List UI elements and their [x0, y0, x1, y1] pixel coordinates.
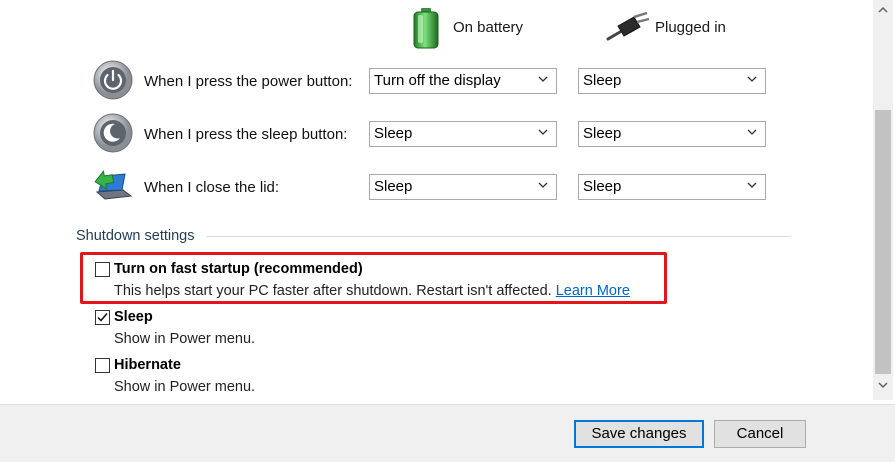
hibernate-label: Hibernate	[114, 357, 181, 373]
sleep-button-plugged-select[interactable]: Sleep	[578, 121, 766, 147]
on-battery-header: On battery	[453, 19, 524, 36]
chevron-down-icon	[538, 182, 548, 188]
plug-icon	[606, 11, 650, 42]
shutdown-settings-title: Shutdown settings	[76, 228, 195, 244]
scroll-down-icon[interactable]	[876, 379, 890, 391]
cancel-button[interactable]: Cancel	[714, 420, 806, 448]
hibernate-desc: Show in Power menu.	[114, 379, 256, 395]
sleep-button-battery-select[interactable]: Sleep	[369, 121, 557, 147]
power-button-label: When I press the power button:	[144, 73, 353, 90]
plugged-in-header: Plugged in	[655, 19, 726, 36]
select-value: Turn off the display	[374, 72, 501, 89]
lid-label: When I close the lid:	[144, 179, 280, 196]
fast-startup-label: Turn on fast startup (recommended)	[114, 261, 363, 277]
sleep-desc: Show in Power menu.	[114, 331, 256, 347]
chevron-down-icon	[747, 76, 757, 82]
battery-icon	[410, 7, 442, 49]
sleep-label: Sleep	[114, 309, 153, 325]
chevron-down-icon	[747, 129, 757, 135]
power-button-icon	[93, 60, 133, 100]
lid-battery-select[interactable]: Sleep	[369, 174, 557, 200]
chevron-down-icon	[538, 129, 548, 135]
sleep-button-icon	[93, 113, 133, 153]
chevron-down-icon	[538, 76, 548, 82]
power-button-battery-select[interactable]: Turn off the display	[369, 68, 557, 94]
select-value: Sleep	[583, 125, 622, 142]
power-button-plugged-select[interactable]: Sleep	[578, 68, 766, 94]
fast-startup-checkbox[interactable]	[95, 262, 110, 277]
select-value: Sleep	[374, 178, 413, 195]
checkmark-icon	[97, 313, 108, 322]
sleep-checkbox[interactable]	[95, 310, 110, 325]
hibernate-checkbox[interactable]	[95, 358, 110, 373]
learn-more-link[interactable]: Learn More	[556, 283, 630, 299]
select-value: Sleep	[583, 178, 622, 195]
lid-icon	[93, 166, 135, 204]
chevron-down-icon	[747, 182, 757, 188]
fast-startup-desc: This helps start your PC faster after sh…	[114, 283, 630, 299]
scroll-up-icon[interactable]	[876, 4, 890, 16]
lid-plugged-select[interactable]: Sleep	[578, 174, 766, 200]
select-value: Sleep	[374, 125, 413, 142]
select-value: Sleep	[583, 72, 622, 89]
scrollbar-thumb[interactable]	[875, 110, 891, 374]
section-divider	[206, 236, 791, 237]
save-changes-button[interactable]: Save changes	[574, 420, 704, 448]
fast-startup-desc-text: This helps start your PC faster after sh…	[114, 283, 552, 299]
sleep-button-label: When I press the sleep button:	[144, 126, 348, 143]
